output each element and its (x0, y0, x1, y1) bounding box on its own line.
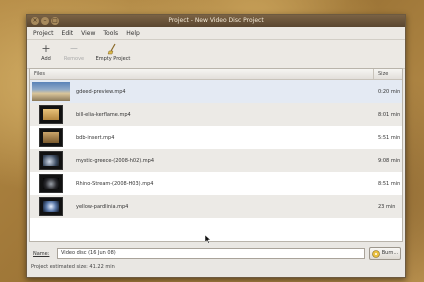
status-bar-text: Project estimated size: 41.22 min (31, 264, 115, 270)
file-list[interactable]: Files Size gdeed-preview.mp4 0:20 min bi… (29, 68, 403, 242)
menu-project[interactable]: Project (33, 30, 54, 37)
remove-button[interactable]: − Remove (61, 42, 87, 62)
file-size: 23 min (378, 204, 396, 210)
video-thumbnail (39, 151, 63, 170)
menu-edit[interactable]: Edit (62, 30, 74, 37)
remove-button-label: Remove (63, 56, 85, 62)
file-row[interactable]: yellow-pardlinia.mp4 23 min (30, 195, 402, 218)
file-name: bdb-insert.mp4 (76, 135, 115, 141)
file-size: 0:20 min (378, 89, 401, 95)
file-row[interactable]: bdb-insert.mp4 5:51 min (30, 126, 402, 149)
burn-button[interactable]: Burn... (369, 247, 401, 260)
file-size: 9:08 min (378, 158, 401, 164)
menu-view[interactable]: View (81, 30, 95, 37)
video-thumbnail (39, 128, 63, 147)
close-window-icon[interactable]: × (31, 17, 39, 25)
video-thumbnail (39, 105, 63, 124)
menu-bar: Project Edit View Tools Help (27, 27, 405, 40)
minimize-window-icon[interactable]: – (41, 17, 49, 25)
video-thumbnail (32, 82, 70, 101)
name-label: Name: (33, 251, 50, 257)
mouse-pointer-icon (205, 235, 211, 244)
main-window: × – □ Project - New Video Disc Project P… (26, 14, 406, 278)
file-size: 8:01 min (378, 112, 401, 118)
name-bar: Name: Video disc (16 Jun 08) Burn... (29, 247, 401, 261)
file-row[interactable]: gdeed-preview.mp4 0:20 min (30, 80, 402, 103)
empty-project-button[interactable]: Empty Project (89, 42, 137, 62)
video-thumbnail (39, 174, 63, 193)
column-header-files[interactable]: Files (34, 71, 45, 77)
menu-help[interactable]: Help (126, 30, 140, 37)
menu-tools[interactable]: Tools (103, 30, 118, 37)
video-thumbnail (39, 197, 63, 216)
disc-name-input[interactable]: Video disc (16 Jun 08) (57, 248, 365, 259)
file-row[interactable]: Rhino-Stream-(2008-H03).mp4 8:51 min (30, 172, 402, 195)
file-size: 8:51 min (378, 181, 401, 187)
file-size: 5:51 min (378, 135, 401, 141)
file-name: gdeed-preview.mp4 (76, 89, 126, 95)
toolbar: + Add − Remove Empty Project (27, 40, 405, 69)
file-name: yellow-pardlinia.mp4 (76, 204, 129, 210)
file-row[interactable]: bill-elia-kerflame.mp4 8:01 min (30, 103, 402, 126)
add-button[interactable]: + Add (33, 42, 59, 62)
file-name: Rhino-Stream-(2008-H03).mp4 (76, 181, 154, 187)
title-bar: × – □ Project - New Video Disc Project (27, 15, 405, 27)
file-row[interactable]: mystic-greece-(2008-h02).mp4 9:08 min (30, 149, 402, 172)
list-header: Files Size (30, 69, 402, 80)
burn-disc-icon (371, 249, 380, 258)
plus-icon: + (41, 42, 51, 55)
empty-project-button-label: Empty Project (95, 56, 131, 62)
broom-icon (106, 42, 120, 56)
file-name: bill-elia-kerflame.mp4 (76, 112, 131, 118)
maximize-window-icon[interactable]: □ (51, 17, 59, 25)
window-title: Project - New Video Disc Project (168, 17, 264, 24)
minus-icon: − (69, 42, 79, 55)
file-name: mystic-greece-(2008-h02).mp4 (76, 158, 155, 164)
column-header-size[interactable]: Size (373, 69, 388, 79)
burn-button-label: Burn... (381, 250, 399, 256)
add-button-label: Add (41, 56, 51, 62)
